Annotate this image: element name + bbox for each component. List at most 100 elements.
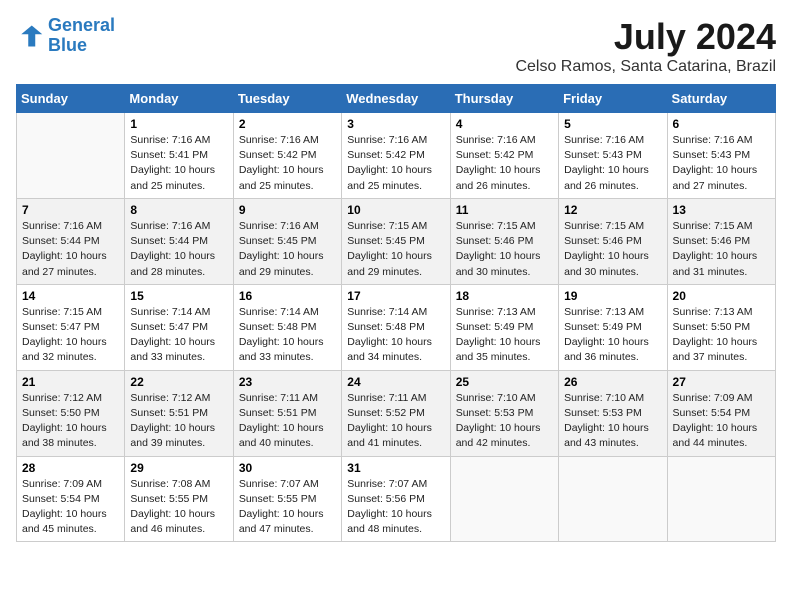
day-number: 17 — [347, 289, 444, 303]
day-number: 2 — [239, 117, 336, 131]
calendar-cell — [17, 113, 125, 199]
day-number: 5 — [564, 117, 661, 131]
calendar-cell: 7 Sunrise: 7:16 AM Sunset: 5:44 PM Daylig… — [17, 198, 125, 284]
calendar-cell: 22Sunrise: 7:12 AM Sunset: 5:51 PM Dayli… — [125, 370, 233, 456]
day-info: Sunrise: 7:13 AM Sunset: 5:49 PM Dayligh… — [564, 305, 661, 366]
day-number: 12 — [564, 203, 661, 217]
calendar-cell — [450, 456, 558, 542]
day-info: Sunrise: 7:11 AM Sunset: 5:51 PM Dayligh… — [239, 391, 336, 452]
day-number: 8 — [130, 203, 227, 217]
month-year: July 2024 — [515, 16, 776, 58]
location: Celso Ramos, Santa Catarina, Brazil — [515, 58, 776, 76]
day-info: Sunrise: 7:16 AM Sunset: 5:43 PM Dayligh… — [564, 133, 661, 194]
day-info: Sunrise: 7:07 AM Sunset: 5:55 PM Dayligh… — [239, 477, 336, 538]
calendar-cell: 18Sunrise: 7:13 AM Sunset: 5:49 PM Dayli… — [450, 284, 558, 370]
week-row-3: 14 Sunrise: 7:15 AM Sunset: 5:47 PM Dayli… — [17, 284, 776, 370]
weekday-header-thursday: Thursday — [450, 85, 558, 113]
day-number: 16 — [239, 289, 336, 303]
week-row-4: 21Sunrise: 7:12 AM Sunset: 5:50 PM Dayli… — [17, 370, 776, 456]
day-info: Sunrise: 7:16 AM Sunset: 5:42 PM Dayligh… — [347, 133, 444, 194]
day-number: 15 — [130, 289, 227, 303]
calendar-cell: 1 Sunrise: 7:16 AM Sunset: 5:41 PM Daylig… — [125, 113, 233, 199]
calendar-cell: 6Sunrise: 7:16 AM Sunset: 5:43 PM Daylig… — [667, 113, 775, 199]
day-number: 21 — [22, 375, 119, 389]
calendar-cell: 28 Sunrise: 7:09 AM Sunset: 5:54 PM Dayli… — [17, 456, 125, 542]
day-number: 11 — [456, 203, 553, 217]
week-row-5: 28 Sunrise: 7:09 AM Sunset: 5:54 PM Dayli… — [17, 456, 776, 542]
day-number: 10 — [347, 203, 444, 217]
day-number: 27 — [673, 375, 770, 389]
day-info: Sunrise: 7:16 AM Sunset: 5:44 PM Dayligh… — [22, 219, 119, 280]
day-info: Sunrise: 7:09 AM Sunset: 5:54 PM Dayligh… — [673, 391, 770, 452]
week-row-1: 1 Sunrise: 7:16 AM Sunset: 5:41 PM Daylig… — [17, 113, 776, 199]
day-number: 30 — [239, 461, 336, 475]
day-info: Sunrise: 7:15 AM Sunset: 5:46 PM Dayligh… — [456, 219, 553, 280]
calendar-cell: 11 Sunrise: 7:15 AM Sunset: 5:46 PM Dayli… — [450, 198, 558, 284]
title-area: July 2024 Celso Ramos, Santa Catarina, B… — [515, 16, 776, 76]
day-info: Sunrise: 7:08 AM Sunset: 5:55 PM Dayligh… — [130, 477, 227, 538]
day-number: 28 — [22, 461, 119, 475]
day-info: Sunrise: 7:15 AM Sunset: 5:47 PM Dayligh… — [22, 305, 119, 366]
calendar-cell: 30 Sunrise: 7:07 AM Sunset: 5:55 PM Dayli… — [233, 456, 341, 542]
day-number: 13 — [673, 203, 770, 217]
calendar-cell: 13 Sunrise: 7:15 AM Sunset: 5:46 PM Dayli… — [667, 198, 775, 284]
calendar-cell: 24 Sunrise: 7:11 AM Sunset: 5:52 PM Dayli… — [342, 370, 450, 456]
day-info: Sunrise: 7:15 AM Sunset: 5:46 PM Dayligh… — [673, 219, 770, 280]
calendar-cell: 27 Sunrise: 7:09 AM Sunset: 5:54 PM Dayli… — [667, 370, 775, 456]
day-number: 7 — [22, 203, 119, 217]
weekday-header-tuesday: Tuesday — [233, 85, 341, 113]
day-info: Sunrise: 7:11 AM Sunset: 5:52 PM Dayligh… — [347, 391, 444, 452]
calendar-cell: 21Sunrise: 7:12 AM Sunset: 5:50 PM Dayli… — [17, 370, 125, 456]
day-number: 14 — [22, 289, 119, 303]
day-number: 25 — [456, 375, 553, 389]
logo: General Blue — [16, 16, 115, 56]
calendar-cell: 12Sunrise: 7:15 AM Sunset: 5:46 PM Dayli… — [559, 198, 667, 284]
calendar-cell: 17 Sunrise: 7:14 AM Sunset: 5:48 PM Dayli… — [342, 284, 450, 370]
calendar-cell: 8 Sunrise: 7:16 AM Sunset: 5:44 PM Daylig… — [125, 198, 233, 284]
page-header: General Blue July 2024 Celso Ramos, Sant… — [16, 16, 776, 76]
weekday-header-wednesday: Wednesday — [342, 85, 450, 113]
calendar-cell: 16 Sunrise: 7:14 AM Sunset: 5:48 PM Dayli… — [233, 284, 341, 370]
weekday-header-friday: Friday — [559, 85, 667, 113]
weekday-header-saturday: Saturday — [667, 85, 775, 113]
day-info: Sunrise: 7:16 AM Sunset: 5:42 PM Dayligh… — [239, 133, 336, 194]
calendar-cell: 2 Sunrise: 7:16 AM Sunset: 5:42 PM Daylig… — [233, 113, 341, 199]
calendar-cell: 26 Sunrise: 7:10 AM Sunset: 5:53 PM Dayli… — [559, 370, 667, 456]
calendar-cell — [667, 456, 775, 542]
day-number: 22 — [130, 375, 227, 389]
day-info: Sunrise: 7:14 AM Sunset: 5:47 PM Dayligh… — [130, 305, 227, 366]
calendar-cell: 31Sunrise: 7:07 AM Sunset: 5:56 PM Dayli… — [342, 456, 450, 542]
calendar-cell — [559, 456, 667, 542]
calendar-table: SundayMondayTuesdayWednesdayThursdayFrid… — [16, 84, 776, 542]
day-info: Sunrise: 7:09 AM Sunset: 5:54 PM Dayligh… — [22, 477, 119, 538]
logo-line2: Blue — [48, 35, 87, 55]
calendar-cell: 15 Sunrise: 7:14 AM Sunset: 5:47 PM Dayli… — [125, 284, 233, 370]
calendar-cell: 10 Sunrise: 7:15 AM Sunset: 5:45 PM Dayli… — [342, 198, 450, 284]
day-number: 29 — [130, 461, 227, 475]
day-info: Sunrise: 7:10 AM Sunset: 5:53 PM Dayligh… — [564, 391, 661, 452]
day-number: 31 — [347, 461, 444, 475]
day-number: 4 — [456, 117, 553, 131]
calendar-cell: 20 Sunrise: 7:13 AM Sunset: 5:50 PM Dayli… — [667, 284, 775, 370]
day-info: Sunrise: 7:15 AM Sunset: 5:45 PM Dayligh… — [347, 219, 444, 280]
week-row-2: 7 Sunrise: 7:16 AM Sunset: 5:44 PM Daylig… — [17, 198, 776, 284]
day-number: 26 — [564, 375, 661, 389]
day-info: Sunrise: 7:16 AM Sunset: 5:44 PM Dayligh… — [130, 219, 227, 280]
day-info: Sunrise: 7:16 AM Sunset: 5:43 PM Dayligh… — [673, 133, 770, 194]
day-info: Sunrise: 7:14 AM Sunset: 5:48 PM Dayligh… — [347, 305, 444, 366]
day-number: 20 — [673, 289, 770, 303]
day-number: 24 — [347, 375, 444, 389]
day-info: Sunrise: 7:14 AM Sunset: 5:48 PM Dayligh… — [239, 305, 336, 366]
weekday-header-sunday: Sunday — [17, 85, 125, 113]
calendar-cell: 29 Sunrise: 7:08 AM Sunset: 5:55 PM Dayli… — [125, 456, 233, 542]
weekday-header-row: SundayMondayTuesdayWednesdayThursdayFrid… — [17, 85, 776, 113]
day-info: Sunrise: 7:13 AM Sunset: 5:49 PM Dayligh… — [456, 305, 553, 366]
logo-icon — [16, 22, 44, 50]
day-number: 1 — [130, 117, 227, 131]
logo-text: General Blue — [48, 16, 115, 56]
calendar-cell: 19Sunrise: 7:13 AM Sunset: 5:49 PM Dayli… — [559, 284, 667, 370]
day-info: Sunrise: 7:16 AM Sunset: 5:41 PM Dayligh… — [130, 133, 227, 194]
day-info: Sunrise: 7:13 AM Sunset: 5:50 PM Dayligh… — [673, 305, 770, 366]
calendar-cell: 25Sunrise: 7:10 AM Sunset: 5:53 PM Dayli… — [450, 370, 558, 456]
day-number: 3 — [347, 117, 444, 131]
